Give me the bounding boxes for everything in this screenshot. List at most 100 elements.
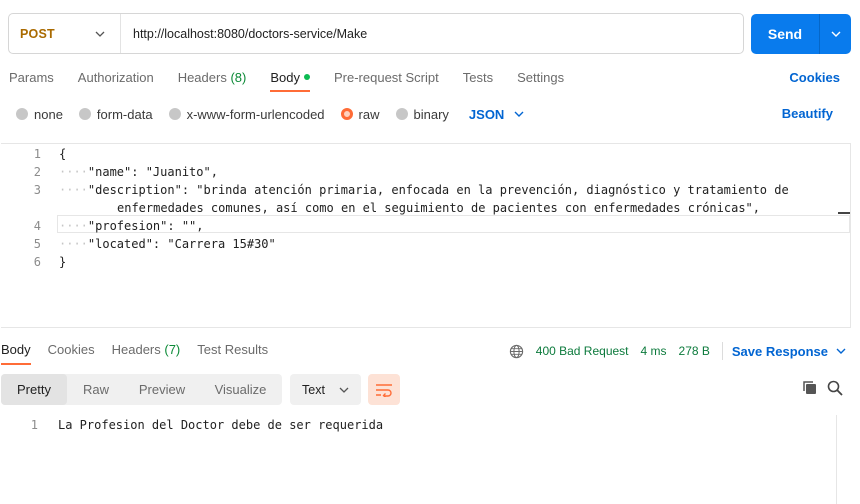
editor-scroll-marker [838,212,850,214]
radio-circle [78,108,91,120]
response-tabs: Body Cookies Headers (7) Test Results [1,342,285,365]
code-text: "profesion": "", [87,219,204,233]
tab-label: Headers [177,70,227,85]
tab-label: Params [9,70,54,85]
line-number: 1 [30,418,38,432]
tab-label: Headers [111,342,161,357]
status-code[interactable]: 400 Bad Request [536,344,629,358]
language-select[interactable]: JSON [469,107,526,122]
code-text: "located": "Carrera 15#30" [87,237,276,251]
modified-dot [303,74,310,80]
save-response-button[interactable]: Save Response [732,344,848,359]
code-line-wrapped: enfermedades comunes, así como en el seg… [117,201,760,215]
code-line: ····"name": "Juanito", [59,165,218,179]
cookies-link[interactable]: Cookies [789,70,840,85]
indent-guide: ···· [59,237,88,251]
chevron-down-icon [831,31,840,37]
radio-none[interactable]: none [16,107,63,122]
radio-form-data[interactable]: form-data [78,106,153,122]
body-type-selector: none form-data x-www-form-urlencoded raw… [16,106,526,122]
chevron-down-icon [93,27,107,41]
tab-label: Pre-request Script [333,70,439,85]
tab-tests[interactable]: Tests [463,70,493,91]
request-tabs: Params Authorization Headers (8) Body Pr… [9,70,588,92]
code-line: ····"located": "Carrera 15#30" [59,237,276,251]
wrap-lines-button[interactable] [368,374,400,405]
view-raw[interactable]: Raw [67,374,125,405]
tab-authorization[interactable]: Authorization [78,70,154,91]
radio-raw[interactable]: raw [340,106,380,122]
response-time[interactable]: 4 ms [641,344,667,358]
radio-x-www-form-urlencoded[interactable]: x-www-form-urlencoded [168,106,325,122]
tab-count: (8) [230,70,247,85]
tab-response-cookies[interactable]: Cookies [48,342,95,365]
code-line: { [59,147,67,161]
chevron-down-icon [834,344,848,358]
method-label: POST [20,26,55,41]
tab-headers[interactable]: Headers (8) [178,70,247,91]
radio-circle [16,108,28,120]
line-number: 6 [33,255,41,269]
tab-label: Authorization [77,70,154,85]
line-number: 2 [33,165,41,179]
tab-settings[interactable]: Settings [517,70,564,91]
chevron-down-icon [339,387,349,393]
send-button-group: Send [751,14,851,54]
response-view-modes: Pretty Raw Preview Visualize [1,374,282,405]
tab-test-results[interactable]: Test Results [197,342,268,365]
globe-icon[interactable] [509,344,524,359]
line-number: 5 [33,237,41,251]
tab-label: Test Results [197,342,269,357]
search-icon[interactable] [827,380,843,399]
response-meta: 400 Bad Request 4 ms 278 B Save Response [509,342,848,360]
tab-response-headers[interactable]: Headers (7) [112,342,181,365]
send-button[interactable]: Send [751,14,820,54]
radio-label: form-data [96,106,153,122]
response-size[interactable]: 278 B [679,344,710,358]
tab-params[interactable]: Params [9,70,54,91]
response-text: La Profesion del Doctor debe de ser requ… [58,418,384,432]
language-label: JSON [468,106,505,122]
method-select[interactable]: POST [9,14,121,53]
tab-label: Body [270,70,300,85]
format-label: Text [302,382,325,397]
view-visualize[interactable]: Visualize [199,374,282,405]
wrap-icon [376,383,392,397]
send-options-button[interactable] [820,14,851,54]
tab-label: Cookies [47,342,95,357]
divider [721,342,723,360]
code-line: } [59,255,67,269]
tab-body[interactable]: Body [270,70,310,92]
tab-response-body[interactable]: Body [1,342,31,365]
request-body-editor[interactable]: 1 2 3 4 5 6 { ····"name": "Juanito", ···… [1,143,851,328]
tab-label: Settings [517,70,565,85]
code-text: "name": "Juanito", [87,165,218,179]
tab-label: Tests [462,70,494,85]
copy-icon[interactable] [802,380,818,399]
request-url-bar: POST http://localhost:8080/doctors-servi… [8,13,744,54]
radio-circle [168,108,181,120]
radio-circle [395,108,408,120]
format-select[interactable]: Text [290,374,361,405]
tab-label: Body [1,342,31,357]
radio-binary[interactable]: binary [395,106,449,122]
response-body-viewer[interactable]: 1 La Profesion del Doctor debe de ser re… [1,415,837,504]
line-number: 1 [33,147,41,161]
url-input[interactable]: http://localhost:8080/doctors-service/Ma… [121,27,367,41]
line-number: 4 [33,219,41,233]
radio-label: binary [413,106,449,122]
code-line: ····"description": "brinda atención prim… [59,183,789,197]
chevron-down-icon [512,107,526,121]
line-number: 3 [33,183,41,197]
code-line: ····"profesion": "", [59,219,204,233]
indent-guide: ···· [59,165,88,179]
view-preview[interactable]: Preview [125,374,199,405]
code-text: "description": "brinda atención primaria… [87,183,789,197]
radio-circle-selected [340,108,353,120]
tab-count: (7) [164,342,181,357]
tab-pre-request-script[interactable]: Pre-request Script [334,70,439,91]
radio-label: raw [358,106,380,122]
radio-label: x-www-form-urlencoded [186,106,325,122]
view-pretty[interactable]: Pretty [1,374,67,405]
beautify-button[interactable]: Beautify [782,106,833,121]
